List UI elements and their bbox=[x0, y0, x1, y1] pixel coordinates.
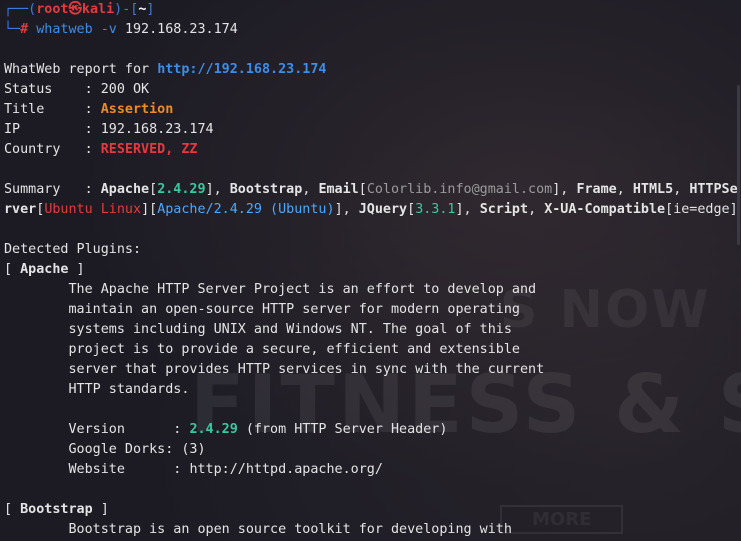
apache-website: Website : http://httpd.apache.org/ bbox=[68, 462, 383, 477]
apache-desc-line: project is to provide a secure, efficien… bbox=[68, 342, 520, 357]
apache-desc-line: server that provides HTTP services in sy… bbox=[68, 362, 545, 377]
report-url[interactable]: http://192.168.23.174 bbox=[157, 62, 326, 77]
country-row: Country : RESERVED, ZZ bbox=[4, 142, 198, 157]
command-flag: -v bbox=[100, 22, 117, 37]
prompt-user: root bbox=[36, 2, 69, 17]
bootstrap-desc-line: Bootstrap is an open source toolkit for … bbox=[68, 522, 512, 537]
terminal-scrollbar[interactable] bbox=[737, 85, 740, 245]
title-row: Title : Assertion bbox=[4, 102, 174, 117]
plugin-bootstrap-heading: [ Bootstrap ] bbox=[4, 502, 109, 517]
prompt-line-2: └─# whatweb -v 192.168.23.174 bbox=[4, 22, 238, 37]
plugins-heading: Detected Plugins: bbox=[4, 242, 142, 257]
apache-desc-line: maintain an open-source HTTP server for … bbox=[68, 302, 520, 317]
apache-dorks: Google Dorks: (3) bbox=[68, 442, 206, 457]
apache-desc-line: systems including UNIX and Windows NT. T… bbox=[68, 322, 512, 337]
prompt-hash: # bbox=[20, 22, 29, 37]
apache-website-link[interactable]: http://httpd.apache.org/ bbox=[189, 462, 382, 477]
prompt-host: kali bbox=[81, 2, 115, 17]
summary-line-2: rver[Ubuntu Linux][Apache/2.4.29 (Ubuntu… bbox=[4, 202, 738, 217]
terminal-output[interactable]: ┌──(root㉿kali)-[~] └─# whatweb -v 192.16… bbox=[4, 0, 738, 540]
summary-line-1: Summary : Apache[2.4.29], Bootstrap, Ema… bbox=[4, 182, 738, 197]
command-name: whatweb bbox=[36, 22, 93, 37]
apache-desc-line: The Apache HTTP Server Project is an eff… bbox=[68, 282, 537, 297]
ip-row: IP : 192.168.23.174 bbox=[4, 122, 214, 137]
report-header: WhatWeb report for http://192.168.23.174 bbox=[4, 62, 327, 77]
apache-desc-line: HTTP standards. bbox=[68, 382, 190, 397]
prompt-line-1: ┌──(root㉿kali)-[~] bbox=[4, 2, 155, 17]
command-target: 192.168.23.174 bbox=[124, 22, 238, 37]
skull-icon: ㉿ bbox=[68, 2, 82, 17]
status-row: Status : 200 OK bbox=[4, 82, 150, 97]
apache-version: Version : 2.4.29 (from HTTP Server Heade… bbox=[68, 422, 448, 437]
plugin-apache-heading: [ Apache ] bbox=[4, 262, 85, 277]
